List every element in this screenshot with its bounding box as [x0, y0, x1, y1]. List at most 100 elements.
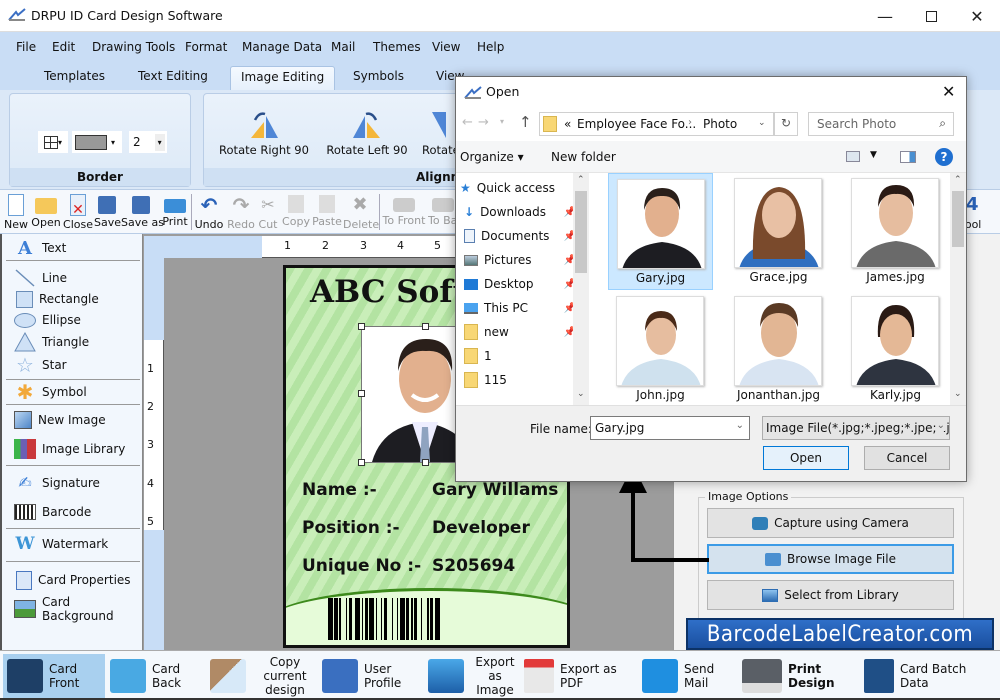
close-window-button[interactable]: ✕ [954, 0, 1000, 32]
dialog-close-button[interactable]: ✕ [942, 82, 955, 101]
up-button[interactable]: ↑ [519, 113, 532, 131]
file-item-james[interactable]: James.jpg [843, 173, 948, 290]
file-item-karly[interactable]: Karly.jpg [843, 291, 948, 408]
nav-documents[interactable]: Documents 📌 [464, 225, 576, 247]
browse-image-file-button[interactable]: Browse Image File [707, 544, 954, 574]
save-button[interactable]: Save [94, 192, 121, 232]
nav-folder-1[interactable]: 1 [464, 345, 576, 367]
border-style-dropdown[interactable]: ▾ [38, 131, 68, 153]
file-type-select[interactable]: Image File(*.jpg;*.jpeg;*.jpe;*.jfi ⌄ [762, 416, 950, 440]
file-name-input[interactable]: Gary.jpg ⌄ [590, 416, 750, 440]
tool-watermark[interactable]: W Watermark [14, 533, 108, 555]
resize-handle[interactable] [358, 390, 365, 397]
nav-scrollbar[interactable]: ⌃ ⌄ [573, 173, 589, 405]
tool-new-image[interactable]: New Image [14, 409, 106, 431]
card-name-value[interactable]: Gary Willams [432, 480, 558, 500]
tool-line[interactable]: Line [14, 267, 67, 289]
border-width-select[interactable]: 2 ▾ [129, 131, 167, 153]
print-button[interactable]: Print [162, 192, 188, 232]
card-barcode[interactable] [328, 598, 518, 640]
back-button[interactable]: ← [462, 115, 473, 130]
tool-image-library[interactable]: Image Library [14, 438, 125, 460]
file-item-jonanthan[interactable]: Jonanthan.jpg [726, 291, 831, 408]
select-from-library-button[interactable]: Select from Library [707, 580, 954, 610]
maximize-button[interactable] [908, 0, 954, 32]
card-company-title[interactable]: ABC Soft [310, 274, 467, 310]
cut-button[interactable]: ✂ Cut [257, 192, 279, 232]
menu-view[interactable]: View [432, 40, 460, 54]
preview-pane-button[interactable] [900, 151, 916, 163]
tab-symbols[interactable]: Symbols [343, 66, 414, 90]
resize-handle[interactable] [422, 323, 429, 330]
save-as-button[interactable]: Save as [121, 192, 164, 232]
paste-button[interactable]: Paste [311, 192, 343, 232]
export-as-image-button[interactable]: Export as Image [424, 654, 520, 698]
tool-barcode[interactable]: Barcode [14, 501, 91, 523]
help-button[interactable]: ? [935, 148, 953, 166]
card-position-value[interactable]: Developer [432, 518, 530, 538]
breadcrumb-employee-face[interactable]: Employee Face Fo... [577, 117, 696, 131]
tool-signature[interactable]: ✍ Signature [14, 472, 100, 494]
new-button[interactable]: New [2, 192, 30, 232]
undo-button[interactable]: ↶ Undo [194, 192, 224, 232]
nav-quick-access[interactable]: ★ Quick access [460, 177, 572, 199]
menu-edit[interactable]: Edit [52, 40, 75, 54]
resize-handle[interactable] [358, 323, 365, 330]
menu-format[interactable]: Format [185, 40, 227, 54]
new-folder-button[interactable]: New folder [551, 150, 616, 164]
to-back-button[interactable]: To Back [428, 192, 458, 232]
menu-drawing-tools[interactable]: Drawing Tools [92, 40, 175, 54]
menu-mail[interactable]: Mail [331, 40, 355, 54]
tool-card-background[interactable]: Card Background [14, 595, 142, 623]
cancel-button[interactable]: Cancel [864, 446, 950, 470]
border-color-dropdown[interactable]: ▾ [72, 131, 122, 153]
file-list-scrollbar[interactable]: ⌃ ⌄ [950, 173, 966, 405]
address-bar[interactable]: « Employee Face Fo... › Photo ⌄ [539, 112, 774, 136]
chevron-down-icon[interactable]: ⌄ [758, 118, 766, 128]
file-item-grace[interactable]: Grace.jpg [726, 173, 831, 290]
open-button[interactable]: Open [763, 446, 849, 470]
nav-desktop[interactable]: Desktop 📌 [464, 273, 576, 295]
scroll-thumb[interactable] [952, 191, 964, 247]
menu-themes[interactable]: Themes [373, 40, 421, 54]
print-design-button[interactable]: Print Design [738, 654, 860, 698]
nav-downloads[interactable]: ↓ Downloads 📌 [464, 201, 576, 223]
tool-triangle[interactable]: Triangle [14, 331, 89, 353]
card-name-label[interactable]: Name :- [302, 480, 377, 500]
menu-manage-data[interactable]: Manage Data [242, 40, 322, 54]
search-input[interactable]: Search Photo ⌕ [808, 112, 954, 136]
resize-handle[interactable] [422, 459, 429, 466]
file-item-john[interactable]: John.jpg [608, 291, 713, 408]
tool-card-properties[interactable]: Card Properties [14, 569, 131, 591]
refresh-button[interactable]: ↻ [774, 112, 798, 136]
resize-handle[interactable] [358, 459, 365, 466]
card-unique-no-label[interactable]: Unique No :- [302, 556, 421, 576]
tab-image-editing[interactable]: Image Editing [230, 66, 336, 90]
tab-text-editing[interactable]: Text Editing [128, 66, 218, 90]
tool-text[interactable]: A Text [14, 237, 66, 259]
card-unique-no-value[interactable]: S205694 [432, 556, 515, 576]
tool-ellipse[interactable]: Ellipse [14, 309, 81, 331]
organize-button[interactable]: Organize ▾ [460, 150, 524, 164]
card-front-button[interactable]: Card Front [3, 654, 105, 698]
menu-help[interactable]: Help [477, 40, 504, 54]
send-mail-button[interactable]: Send Mail [638, 654, 738, 698]
redo-button[interactable]: ↷ Redo [226, 192, 256, 232]
export-as-pdf-button[interactable]: Export as PDF [520, 654, 638, 698]
nav-folder-115[interactable]: 115 [464, 369, 576, 391]
change-view-button[interactable] [846, 151, 860, 162]
rotate-right-button[interactable]: Rotate Right 90 [214, 110, 314, 157]
tool-star[interactable]: ☆ Star [14, 354, 67, 376]
copy-button[interactable]: Copy [281, 192, 311, 232]
open-button[interactable]: Open [31, 192, 61, 232]
capture-camera-button[interactable]: Capture using Camera [707, 508, 954, 538]
tool-symbol[interactable]: ✱ Symbol [14, 381, 87, 403]
nav-pictures[interactable]: Pictures 📌 [464, 249, 576, 271]
chevron-down-icon[interactable]: ▼ [870, 150, 877, 160]
nav-this-pc[interactable]: This PC 📌 [464, 297, 576, 319]
rotate-left-button[interactable]: Rotate Left 90 [322, 110, 412, 157]
nav-folder-new[interactable]: new 📌 [464, 321, 576, 343]
to-front-button[interactable]: To Front [381, 192, 427, 232]
card-batch-data-button[interactable]: Card Batch Data [860, 654, 998, 698]
user-profile-button[interactable]: User Profile [318, 654, 424, 698]
